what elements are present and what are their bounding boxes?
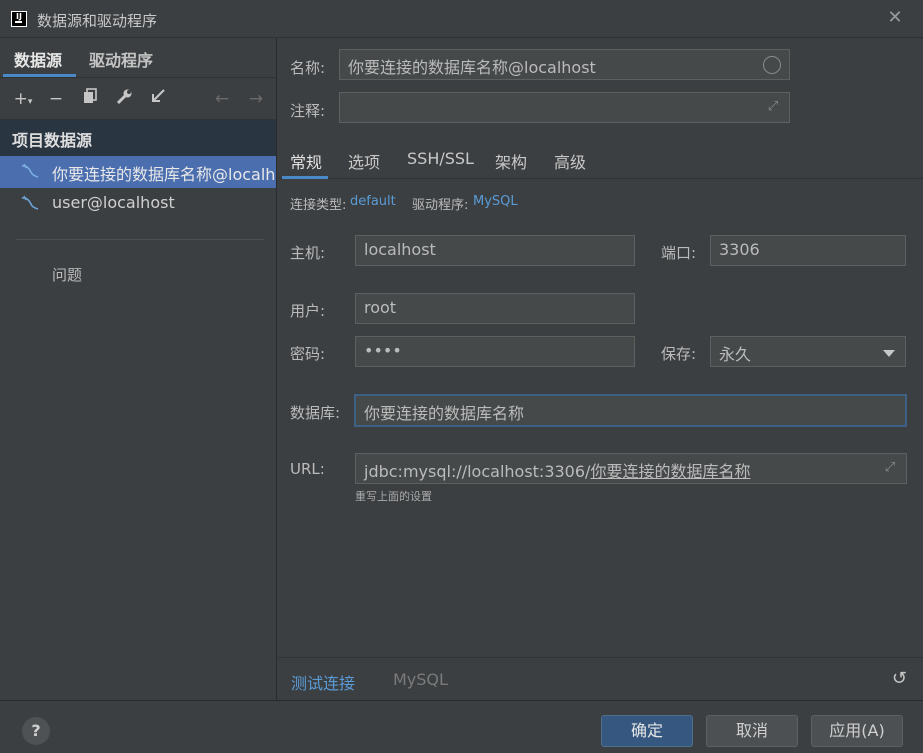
- mysql-dolphin-icon: [20, 195, 40, 213]
- list-item[interactable]: 你要连接的数据库名称@localhost: [0, 156, 276, 188]
- right-panel: 名称: 你要连接的数据库名称@localhost 注释: ⤢ 常规 选项 SSH…: [278, 38, 923, 700]
- password-field[interactable]: ••••: [355, 336, 635, 367]
- tab-ssh-ssl[interactable]: SSH/SSL: [407, 149, 474, 168]
- app-logo-icon: IJ: [11, 11, 27, 27]
- add-icon[interactable]: +▾: [12, 88, 34, 110]
- tab-options[interactable]: 选项: [348, 149, 380, 173]
- active-tab-indicator: [3, 74, 76, 77]
- left-panel: 数据源 驱动程序 +▾ − ← → 项目数据源 你要连接的数据库名称@local…: [0, 38, 277, 700]
- apply-button[interactable]: 应用(A): [811, 715, 903, 747]
- save-label: 保存:: [661, 345, 697, 363]
- driver-label: 驱动程序:: [412, 198, 469, 213]
- port-label: 端口:: [661, 244, 697, 262]
- title-bar: IJ 数据源和驱动程序 ✕: [0, 0, 923, 38]
- ok-button[interactable]: 确定: [601, 715, 693, 747]
- reset-icon[interactable]: ↺: [892, 668, 907, 689]
- port-field[interactable]: 3306: [710, 235, 906, 266]
- url-field[interactable]: jdbc:mysql://localhost:3306/你要连接的数据库名称 ⤢: [355, 453, 907, 484]
- connection-bar: 测试连接 MySQL ↺: [278, 657, 923, 700]
- connection-type-label: 连接类型:: [290, 198, 347, 213]
- host-field[interactable]: localhost: [355, 235, 635, 266]
- test-connection-link[interactable]: 测试连接: [291, 670, 355, 694]
- forward-arrow-icon[interactable]: →: [245, 88, 267, 110]
- password-label: 密码:: [290, 345, 326, 363]
- save-dropdown[interactable]: 永久: [710, 336, 906, 367]
- name-field[interactable]: 你要连接的数据库名称@localhost: [339, 49, 790, 80]
- list-item-label: user@localhost: [52, 193, 175, 212]
- project-data-sources-header: 项目数据源: [0, 120, 276, 156]
- name-label: 名称:: [290, 59, 326, 77]
- settings-tabs: 常规 选项 SSH/SSL 架构 高级: [278, 141, 923, 179]
- list-item[interactable]: user@localhost: [0, 188, 276, 220]
- comment-field[interactable]: ⤢: [339, 92, 790, 123]
- cancel-button[interactable]: 取消: [706, 715, 798, 747]
- close-icon[interactable]: ✕: [885, 8, 905, 28]
- expand-icon[interactable]: ⤢: [765, 99, 781, 115]
- user-label: 用户:: [290, 302, 326, 320]
- comment-label: 注释:: [290, 102, 326, 120]
- wrench-icon[interactable]: [113, 88, 135, 110]
- back-arrow-icon[interactable]: ←: [211, 88, 233, 110]
- database-field[interactable]: 你要连接的数据库名称: [354, 394, 907, 427]
- remove-icon[interactable]: −: [45, 88, 67, 110]
- url-database: 你要连接的数据库名称: [590, 462, 751, 481]
- name-value: 你要连接的数据库名称@localhost: [348, 58, 596, 77]
- tab-schemas[interactable]: 架构: [495, 149, 527, 173]
- color-indicator-icon[interactable]: [763, 56, 781, 74]
- save-value: 永久: [719, 345, 752, 364]
- url-prefix: jdbc:mysql://localhost:3306/: [364, 462, 591, 481]
- connection-type-link[interactable]: default: [350, 194, 396, 209]
- host-value: localhost: [364, 240, 436, 259]
- user-value: root: [364, 298, 397, 317]
- tab-drivers[interactable]: 驱动程序: [89, 47, 153, 71]
- url-label: URL:: [290, 460, 325, 478]
- mysql-dolphin-icon: [20, 163, 40, 181]
- expand-icon[interactable]: ⤢: [882, 460, 898, 476]
- host-label: 主机:: [290, 244, 326, 262]
- database-value: 你要连接的数据库名称: [364, 404, 525, 423]
- tab-general[interactable]: 常规: [290, 149, 322, 173]
- password-value: ••••: [364, 341, 402, 360]
- tab-advanced[interactable]: 高级: [554, 149, 586, 173]
- active-tab-indicator: [282, 176, 328, 179]
- left-toolbar: +▾ − ← →: [0, 78, 276, 120]
- divider: [16, 239, 264, 240]
- problems-item[interactable]: 问题: [52, 264, 82, 285]
- import-icon[interactable]: [147, 88, 169, 110]
- driver-link[interactable]: MySQL: [473, 194, 518, 209]
- list-item-label: 你要连接的数据库名称@localhost: [52, 165, 276, 184]
- database-label: 数据库:: [290, 404, 341, 422]
- window-title: 数据源和驱动程序: [37, 12, 158, 30]
- duplicate-icon[interactable]: [79, 88, 101, 110]
- url-hint: 重写上面的设置: [355, 490, 432, 503]
- driver-name: MySQL: [393, 670, 448, 689]
- user-field[interactable]: root: [355, 293, 635, 324]
- dialog-footer: ? 确定 取消 应用(A): [0, 700, 923, 753]
- chevron-down-icon: [883, 350, 895, 357]
- help-button[interactable]: ?: [22, 717, 50, 745]
- port-value: 3306: [719, 240, 760, 259]
- tab-data-sources[interactable]: 数据源: [14, 47, 62, 71]
- left-tabs: 数据源 驱动程序: [0, 38, 276, 78]
